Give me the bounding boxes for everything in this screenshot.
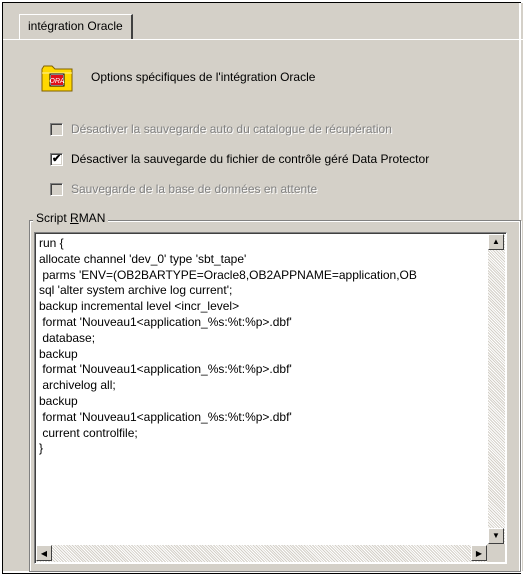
option-label: Sauvegarde de la base de données en atte… (71, 182, 318, 196)
scroll-up-button[interactable]: ▲ (488, 234, 504, 250)
oracle-folder-icon: ORA (40, 63, 74, 93)
option-disable-controlfile-backup[interactable]: ✔ Désactiver la sauvegarde du fichier de… (50, 150, 429, 168)
scroll-down-button[interactable]: ▼ (488, 528, 504, 544)
rman-group-label: Script RMAN (33, 211, 109, 225)
scrollbar-corner (487, 544, 505, 562)
rman-script-text[interactable]: run { allocate channel 'dev_0' type 'sbt… (39, 236, 484, 543)
svg-text:ORA: ORA (49, 78, 65, 85)
vertical-scrollbar[interactable]: ▲ ▼ (488, 234, 505, 544)
scroll-right-button[interactable]: ▶ (471, 545, 487, 561)
option-label: Désactiver la sauvegarde auto du catalog… (71, 122, 392, 136)
option-label: Désactiver la sauvegarde du fichier de c… (71, 152, 430, 166)
scroll-left-button[interactable]: ◀ (36, 545, 52, 561)
horizontal-scrollbar[interactable]: ◀ ▶ (36, 545, 487, 562)
tab-strip-divider (3, 39, 523, 40)
checkbox-disable-controlfile[interactable]: ✔ (50, 152, 63, 166)
tab-label: intégration Oracle (28, 19, 123, 33)
options-dialog: intégration Oracle ORA Options spécifiqu… (3, 3, 523, 572)
tab-integration-oracle[interactable]: intégration Oracle (19, 14, 133, 39)
checkbox-disable-auto-catalog[interactable] (50, 122, 63, 136)
checkbox-standby-db[interactable] (50, 182, 63, 196)
page-title: Options spécifiques de l'intégration Ora… (91, 70, 316, 84)
checkmark-icon: ✔ (52, 152, 62, 165)
option-standby-db-backup[interactable]: Sauvegarde de la base de données en atte… (50, 180, 317, 198)
option-disable-auto-catalog-backup[interactable]: Désactiver la sauvegarde auto du catalog… (50, 120, 392, 138)
rman-script-editor[interactable]: run { allocate channel 'dev_0' type 'sbt… (34, 232, 507, 564)
